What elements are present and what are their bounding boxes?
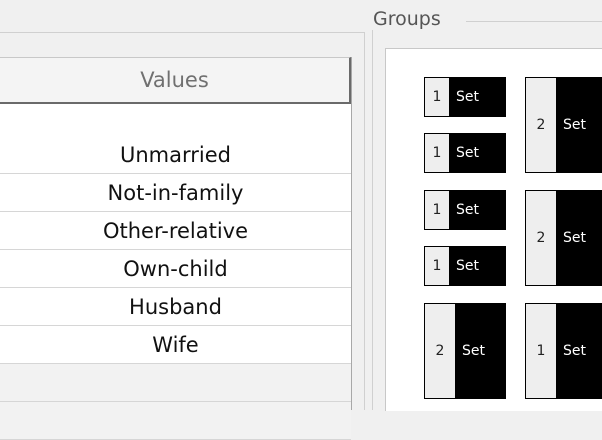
table-row-wife[interactable]: Wife: [0, 326, 351, 364]
set-label: Set: [563, 230, 586, 246]
groups-area: 1 Set 1 Set 2 Set 1 Set 1 Set 2 Set 2 Se…: [385, 48, 602, 411]
set-number: 1: [425, 78, 450, 116]
set-number: 2: [526, 191, 557, 285]
groups-title-rule: [466, 21, 602, 22]
table-row-not-in-family[interactable]: Not-in-family: [0, 174, 351, 212]
table-row-empty[interactable]: [0, 402, 351, 440]
set-block[interactable]: 2 Set: [525, 190, 602, 286]
table-row-other-relative[interactable]: Other-relative: [0, 212, 351, 250]
set-label: Set: [462, 343, 485, 359]
set-block[interactable]: 1 Set: [525, 303, 602, 399]
set-block[interactable]: 2 Set: [525, 77, 602, 173]
table-row-unmarried[interactable]: Unmarried: [0, 136, 351, 174]
set-block[interactable]: 2 Set: [424, 303, 506, 399]
values-panel: Values Unmarried Not-in-family Other-rel…: [0, 32, 365, 440]
table-row-husband[interactable]: Husband: [0, 288, 351, 326]
set-number: 2: [425, 304, 456, 398]
set-label: Set: [456, 89, 479, 105]
groups-border-left: [372, 30, 373, 410]
panel-border-top: [0, 32, 364, 33]
values-table[interactable]: Values Unmarried Not-in-family Other-rel…: [0, 57, 352, 440]
set-label: Set: [456, 202, 479, 218]
set-block[interactable]: 1 Set: [424, 77, 506, 117]
table-row-own-child[interactable]: Own-child: [0, 250, 351, 288]
set-block[interactable]: 1 Set: [424, 133, 506, 173]
set-number: 2: [526, 78, 557, 172]
groups-title: Groups: [371, 8, 443, 30]
set-label: Set: [456, 145, 479, 161]
set-block[interactable]: 1 Set: [424, 190, 506, 230]
values-column-header[interactable]: Values: [0, 57, 351, 104]
set-label: Set: [456, 258, 479, 274]
table-row-empty[interactable]: [0, 364, 351, 402]
set-number: 1: [526, 304, 557, 398]
set-number: 1: [425, 247, 450, 285]
set-block[interactable]: 1 Set: [424, 246, 506, 286]
panel-border-right: [364, 32, 365, 410]
set-number: 1: [425, 191, 450, 229]
set-label: Set: [563, 343, 586, 359]
set-label: Set: [563, 117, 586, 133]
set-number: 1: [425, 134, 450, 172]
